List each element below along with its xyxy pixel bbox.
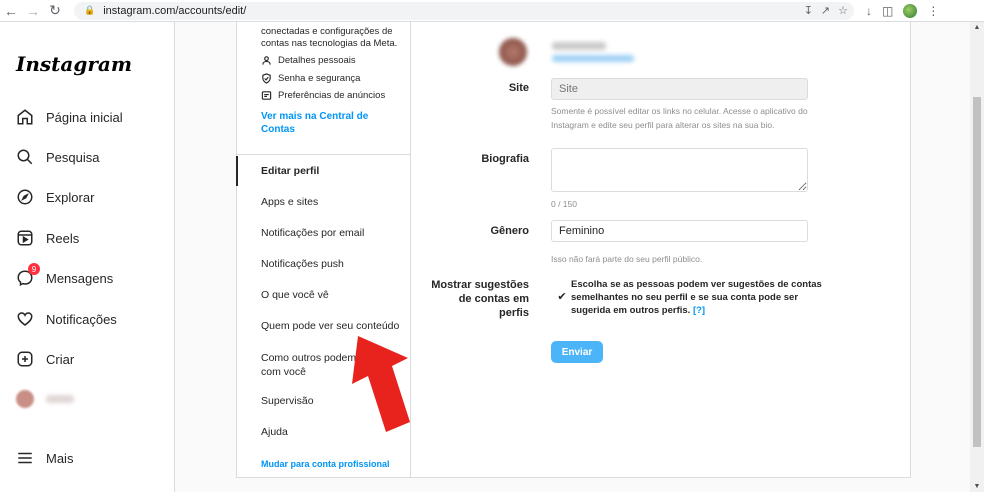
avatar [16, 390, 34, 408]
nav-reels[interactable]: Reels [16, 229, 79, 247]
site-help-text: Somente é possível editar os links no ce… [551, 106, 808, 130]
suggestions-label: Mostrar sugestões de contas em perfis [431, 279, 529, 319]
divider [237, 154, 411, 155]
bookmark-star-icon[interactable]: ☆ [838, 4, 848, 17]
meta-link-label: Senha e segurança [278, 73, 361, 84]
reload-icon[interactable]: ↻ [44, 0, 66, 22]
nav-search[interactable]: Pesquisa [16, 148, 99, 166]
shield-icon [261, 73, 272, 84]
page-scrollbar[interactable]: ▲ ▼ [970, 22, 984, 492]
profile-username-blurred [552, 42, 606, 50]
home-icon [16, 108, 34, 126]
nav-create[interactable]: Criar [16, 350, 74, 368]
nav-messages[interactable]: 9 Mensagens [16, 263, 114, 287]
edit-profile-form: Site Somente é possível editar os links … [411, 22, 911, 478]
address-bar[interactable]: 🔒 instagram.com/accounts/edit/ ↧ ↗ ☆ [74, 1, 854, 20]
messenger-icon: 9 [16, 263, 40, 287]
scroll-up-arrow-icon[interactable]: ▲ [970, 24, 984, 31]
suggestions-text: Escolha se as pessoas podem ver sugestõe… [571, 278, 826, 317]
suggestions-checkbox[interactable]: ✔ [556, 290, 568, 303]
ad-icon [261, 90, 272, 101]
nav-notifications[interactable]: Notificações [16, 310, 117, 328]
nav-label: Pesquisa [46, 149, 100, 165]
instagram-logo[interactable]: Instagram [16, 52, 132, 76]
gender-field[interactable]: Feminino [551, 220, 808, 242]
browser-toolbar: ← → ↻ 🔒 instagram.com/accounts/edit/ ↧ ↗… [0, 0, 984, 22]
settings-item-help[interactable]: Ajuda [261, 426, 288, 438]
forward-icon[interactable]: → [22, 0, 44, 22]
settings-item-edit-profile[interactable]: Editar perfil [261, 165, 319, 177]
hamburger-menu-icon [16, 449, 34, 467]
bio-label: Biografia [481, 153, 529, 165]
lock-icon: 🔒 [84, 5, 96, 15]
nav-more[interactable]: Mais [16, 449, 73, 467]
settings-item-what-you-see[interactable]: O que você vê [261, 289, 329, 301]
bio-char-count: 0 / 150 [551, 199, 577, 209]
share-icon[interactable]: ↗ [821, 4, 830, 17]
settings-item-apps[interactable]: Apps e sites [261, 196, 318, 208]
suggestions-help-link[interactable]: [?] [693, 305, 705, 316]
switch-professional-link[interactable]: Mudar para conta profissional [261, 459, 390, 469]
nav-label: Mensagens [46, 270, 114, 286]
back-icon[interactable]: ← [0, 0, 22, 22]
meta-link-personal[interactable]: Detalhes pessoais [261, 55, 356, 66]
gender-help-text: Isso não fará parte do seu perfil públic… [551, 254, 703, 264]
plus-square-icon [16, 350, 34, 368]
settings-item-who-can-see[interactable]: Quem pode ver seu conteúdo [261, 320, 399, 332]
site-input[interactable] [551, 78, 808, 100]
install-icon[interactable]: ↧ [804, 4, 813, 17]
settings-item-email-notifications[interactable]: Notificações por email [261, 227, 364, 239]
settings-item-interactions[interactable]: Como outros podem interagir com você [261, 351, 411, 379]
active-indicator [236, 156, 238, 186]
sidepanel-icon[interactable]: ◫ [882, 4, 893, 18]
url-text: instagram.com/accounts/edit/ [103, 4, 247, 17]
settings-card: conectadas e configurações de contas nas… [236, 22, 911, 478]
heart-icon [16, 310, 34, 328]
meta-link-security[interactable]: Senha e segurança [261, 73, 360, 84]
site-label: Site [508, 82, 529, 94]
left-nav: Instagram Página inicial Pesquisa Explor… [0, 22, 175, 492]
nav-label: Reels [46, 230, 80, 246]
settings-item-supervision[interactable]: Supervisão [261, 395, 314, 407]
profile-avatar[interactable] [903, 3, 918, 18]
profile-name-blurred [46, 395, 74, 403]
meta-link-label: Detalhes pessoais [278, 55, 356, 66]
search-icon [16, 148, 34, 166]
person-icon [261, 55, 272, 66]
scroll-thumb[interactable] [973, 97, 981, 447]
nav-label: Notificações [46, 311, 117, 327]
compass-icon [16, 188, 34, 206]
meta-link-ads[interactable]: Preferências de anúncios [261, 90, 385, 101]
nav-label: Explorar [46, 189, 95, 205]
nav-home[interactable]: Página inicial [16, 108, 123, 126]
profile-avatar-blurred[interactable] [499, 38, 527, 66]
reels-icon [16, 229, 34, 247]
meta-link-label: Preferências de anúncios [278, 90, 386, 101]
nav-profile[interactable] [16, 390, 74, 408]
nav-label: Página inicial [46, 109, 123, 125]
gender-label: Gênero [490, 225, 529, 237]
download-icon[interactable]: ↓ [866, 4, 872, 18]
settings-sidebar: conectadas e configurações de contas nas… [236, 22, 411, 478]
submit-button[interactable]: Enviar [551, 341, 603, 363]
nav-explore[interactable]: Explorar [16, 188, 94, 206]
bio-textarea[interactable] [551, 148, 808, 192]
nav-label: Mais [46, 450, 74, 466]
scroll-down-arrow-icon[interactable]: ▼ [970, 483, 984, 490]
menu-kebab-icon[interactable]: ⋮ [927, 4, 939, 18]
settings-item-push-notifications[interactable]: Notificações push [261, 258, 344, 270]
nav-label: Criar [46, 351, 75, 367]
meta-accounts-text: conectadas e configurações de contas nas… [261, 26, 398, 49]
notification-badge: 9 [28, 263, 40, 275]
accounts-center-link[interactable]: Ver mais na Central de Contas [261, 110, 381, 136]
change-photo-link-blurred[interactable] [552, 55, 634, 62]
